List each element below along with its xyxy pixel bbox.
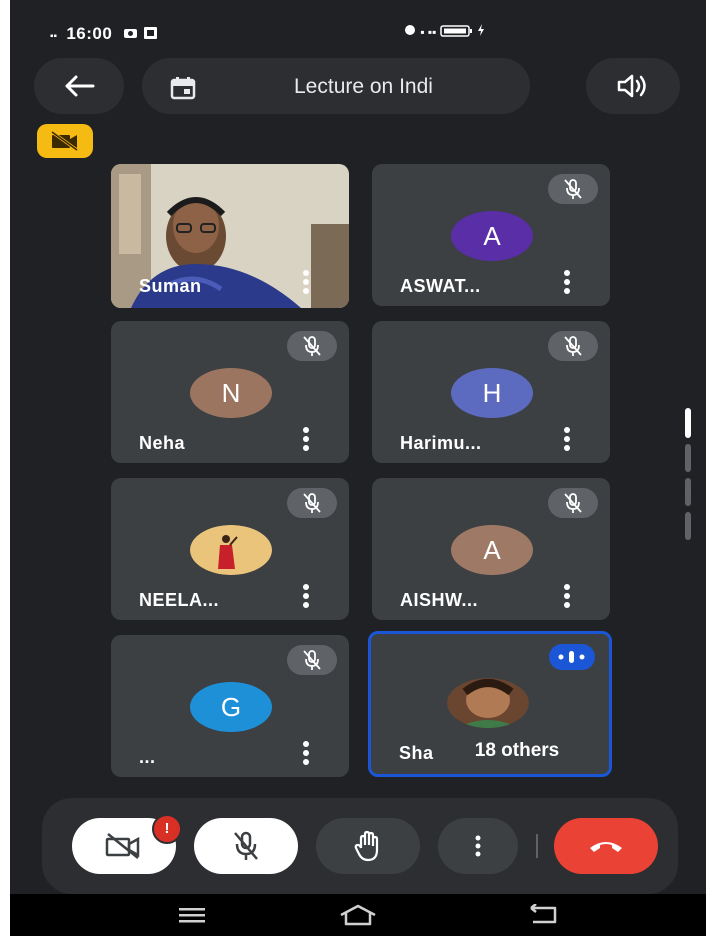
audio-level-icon xyxy=(558,651,585,663)
meeting-title-pill[interactable]: Lecture on Indi xyxy=(142,58,530,114)
participant-tile[interactable]: G ... xyxy=(111,635,349,777)
top-bar: Lecture on Indi xyxy=(10,58,706,114)
participant-tile-others[interactable]: Shah 18 others xyxy=(368,631,612,777)
page-scroll-indicator[interactable] xyxy=(684,404,692,544)
more-vert-icon[interactable] xyxy=(563,427,571,451)
participant-photo-avatar xyxy=(190,525,272,575)
mic-off-icon xyxy=(303,336,321,356)
mic-toggle-button[interactable] xyxy=(194,818,298,874)
network-text: ▪ ▪▪ xyxy=(420,25,437,39)
phone-screen: ▪▪ 16:00 ▪ ▪▪ Lecture on Indi Suman A AS… xyxy=(10,0,706,936)
mic-off-badge xyxy=(548,331,598,361)
status-right: ▪ ▪▪ xyxy=(403,24,485,39)
more-vert-icon xyxy=(475,835,481,857)
mic-off-icon xyxy=(564,493,582,513)
calendar-icon xyxy=(170,77,196,100)
android-nav-bar xyxy=(10,894,706,936)
alarm-icon xyxy=(403,25,420,39)
more-vert-icon[interactable] xyxy=(302,584,310,608)
hang-up-icon xyxy=(590,842,622,852)
participant-name: NEELA... xyxy=(139,590,220,610)
participant-avatar: H xyxy=(451,368,533,418)
mic-off-icon xyxy=(234,831,258,860)
participant-name: ... xyxy=(139,747,156,767)
mic-off-icon xyxy=(303,650,321,670)
more-vert-icon[interactable] xyxy=(563,270,571,294)
camera-alert-badge: ! xyxy=(152,814,182,844)
speaking-indicator xyxy=(549,644,595,670)
call-controls: ! xyxy=(42,798,678,894)
participant-tile[interactable]: N Neha xyxy=(111,321,349,463)
participant-photo-avatar xyxy=(447,678,529,728)
mic-off-badge xyxy=(287,488,337,518)
back-nav-icon[interactable] xyxy=(525,904,561,926)
participant-tile[interactable]: Suman xyxy=(111,164,349,308)
charging-icon xyxy=(477,24,485,39)
participant-name: ASWAT... xyxy=(400,276,481,296)
camera-toggle-button[interactable]: ! xyxy=(72,814,182,874)
more-vert-icon[interactable] xyxy=(302,741,310,765)
mic-off-badge xyxy=(287,331,337,361)
participant-name: AISHW... xyxy=(400,590,479,610)
participant-avatar: A xyxy=(451,525,533,575)
more-vert-icon[interactable] xyxy=(563,584,571,608)
mic-off-icon xyxy=(303,493,321,513)
camera-off-badge xyxy=(37,124,93,158)
raise-hand-button[interactable] xyxy=(316,818,420,874)
participant-name: Harimu... xyxy=(400,433,482,453)
participant-avatar: G xyxy=(190,682,272,732)
others-count-pill[interactable]: 18 others xyxy=(433,732,601,770)
more-vert-icon[interactable] xyxy=(302,427,310,451)
notification-icons xyxy=(123,24,168,43)
arrow-left-icon xyxy=(65,75,95,97)
recents-icon[interactable] xyxy=(177,907,207,923)
video-off-icon xyxy=(51,130,78,152)
home-icon[interactable] xyxy=(338,903,378,927)
mic-off-badge xyxy=(548,174,598,204)
speaker-icon xyxy=(617,74,646,98)
more-options-button[interactable] xyxy=(438,818,518,874)
participant-tile[interactable]: A AISHW... xyxy=(372,478,610,620)
participant-name: Neha xyxy=(139,433,186,453)
mic-off-badge xyxy=(287,645,337,675)
signal-icon: ▪▪ xyxy=(50,31,58,42)
participant-name: Suman xyxy=(139,276,202,296)
more-vert-icon[interactable] xyxy=(302,270,310,294)
battery-icon xyxy=(440,25,477,39)
participant-avatar: A xyxy=(451,211,533,261)
status-left: ▪▪ 16:00 xyxy=(50,24,168,44)
mic-off-icon xyxy=(564,179,582,199)
hand-icon xyxy=(354,830,379,862)
clock: 16:00 xyxy=(66,24,113,43)
meeting-title: Lecture on Indi xyxy=(294,75,433,98)
mic-off-icon xyxy=(564,336,582,356)
back-button[interactable] xyxy=(34,58,124,114)
participant-tile[interactable]: A ASWAT... xyxy=(372,164,610,306)
end-call-button[interactable] xyxy=(554,818,658,874)
video-off-icon xyxy=(105,833,140,859)
status-bar: ▪▪ 16:00 ▪ ▪▪ xyxy=(10,0,706,50)
speaker-button[interactable] xyxy=(586,58,680,114)
control-divider xyxy=(536,834,538,858)
participant-avatar: N xyxy=(190,368,272,418)
mic-off-badge xyxy=(548,488,598,518)
participant-tile[interactable]: NEELA... xyxy=(111,478,349,620)
participant-tile[interactable]: H Harimu... xyxy=(372,321,610,463)
